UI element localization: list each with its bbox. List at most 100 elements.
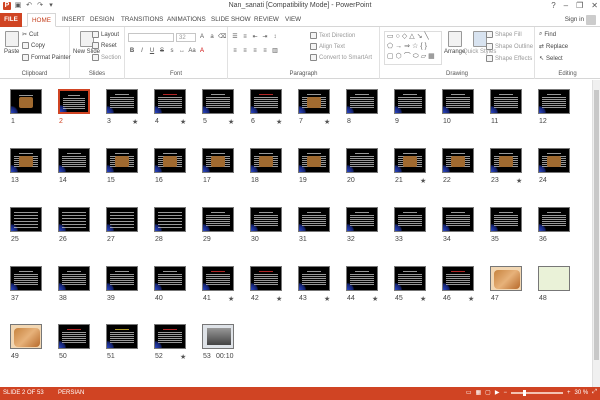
animation-star-icon[interactable]: ★	[276, 118, 282, 126]
bullets-icon[interactable]: ☰	[231, 33, 239, 41]
animation-star-icon[interactable]: ★	[324, 295, 330, 303]
slide-thumbnail[interactable]	[58, 148, 90, 173]
slide-thumbnail[interactable]	[250, 266, 282, 291]
slide-thumbnail[interactable]	[10, 89, 42, 114]
zoom-slider[interactable]	[510, 389, 563, 396]
align-center-icon[interactable]: ≡	[241, 47, 249, 55]
slide-thumbnail[interactable]	[154, 148, 186, 173]
zoom-out-icon[interactable]: −	[503, 390, 507, 396]
animation-star-icon[interactable]: ★	[324, 118, 330, 126]
animation-star-icon[interactable]: ★	[228, 295, 234, 303]
animation-star-icon[interactable]: ★	[180, 118, 186, 126]
tab-view[interactable]: VIEW	[281, 13, 305, 27]
tab-slide-show[interactable]: SLIDE SHOW	[207, 13, 255, 27]
text-direction-button[interactable]: Text Direction	[310, 32, 355, 39]
restore-icon[interactable]: ❐	[576, 1, 583, 10]
line-spacing-icon[interactable]: ↕	[271, 33, 279, 41]
slide-thumbnail[interactable]	[442, 89, 474, 114]
grow-font-icon[interactable]: A	[198, 33, 206, 41]
animation-star-icon[interactable]: ★	[420, 177, 426, 185]
section-button[interactable]: Section	[92, 54, 121, 61]
bold-icon[interactable]: B	[128, 47, 136, 55]
decrease-indent-icon[interactable]: ⇤	[251, 33, 259, 41]
align-left-icon[interactable]: ≡	[231, 47, 239, 55]
close-icon[interactable]: ✕	[591, 1, 598, 10]
slideshow-view-icon[interactable]: ▶	[495, 389, 500, 396]
tab-transitions[interactable]: TRANSITIONS	[117, 13, 167, 27]
paste-button[interactable]: Paste	[4, 31, 19, 55]
slide-thumbnail[interactable]	[538, 207, 570, 232]
slide-thumbnail[interactable]	[202, 148, 234, 173]
animation-star-icon[interactable]: ★	[180, 353, 186, 361]
slide-thumbnail[interactable]	[298, 266, 330, 291]
slide-thumbnail[interactable]	[250, 207, 282, 232]
slide-thumbnail[interactable]	[58, 207, 90, 232]
slide-thumbnail[interactable]	[154, 324, 186, 349]
slide-thumbnail[interactable]	[394, 266, 426, 291]
reset-button[interactable]: Reset	[92, 42, 117, 49]
underline-icon[interactable]: U	[148, 47, 156, 55]
animation-star-icon[interactable]: ★	[228, 118, 234, 126]
slide-thumbnail[interactable]	[394, 89, 426, 114]
slide-sorter-view-icon[interactable]: ▦	[476, 389, 482, 396]
justify-icon[interactable]: ≡	[261, 47, 269, 55]
font-size-field[interactable]: 32	[176, 33, 196, 42]
slide-thumbnail[interactable]	[346, 89, 378, 114]
slide-thumbnail[interactable]	[394, 148, 426, 173]
font-name-field[interactable]	[128, 33, 174, 42]
slide-thumbnail[interactable]	[58, 324, 90, 349]
cut-button[interactable]: ✂ Cut	[22, 31, 38, 39]
slide-thumbnail[interactable]	[490, 266, 522, 291]
slide-thumbnail[interactable]	[10, 148, 42, 173]
replace-button[interactable]: ⇄ Replace	[539, 43, 568, 51]
slide-thumbnail[interactable]	[202, 324, 234, 349]
vertical-scrollbar[interactable]	[592, 80, 600, 387]
slide-thumbnail[interactable]	[490, 207, 522, 232]
shape-outline-button[interactable]: Shape Outline	[486, 43, 533, 50]
slide-thumbnail[interactable]	[250, 89, 282, 114]
help-icon[interactable]: ?	[551, 1, 555, 10]
slide-thumbnail[interactable]	[10, 207, 42, 232]
slide-thumbnail[interactable]	[202, 207, 234, 232]
tab-review[interactable]: REVIEW	[250, 13, 283, 27]
slide-thumbnail[interactable]	[442, 266, 474, 291]
align-right-icon[interactable]: ≡	[251, 47, 259, 55]
shapes-gallery[interactable]: ▭○◇△↘╲ ⬠→⇒☆{} ▢⬡⌒⬭▱▦	[384, 31, 442, 65]
slide-thumbnail[interactable]	[154, 89, 186, 114]
slide-thumbnail[interactable]	[538, 266, 570, 291]
case-icon[interactable]: Aa	[188, 47, 196, 55]
slide-thumbnail[interactable]	[202, 266, 234, 291]
select-button[interactable]: ↖ Select	[539, 55, 563, 63]
slide-thumbnail[interactable]	[202, 89, 234, 114]
tab-animations[interactable]: ANIMATIONS	[163, 13, 210, 27]
font-color-icon[interactable]: A	[198, 47, 206, 55]
slide-thumbnail[interactable]	[490, 89, 522, 114]
slide-thumbnail[interactable]	[58, 89, 90, 114]
slide-thumbnail[interactable]	[10, 324, 42, 349]
spacing-icon[interactable]: ↔	[178, 47, 186, 55]
slide-thumbnail[interactable]	[106, 148, 138, 173]
shrink-font-icon[interactable]: a	[208, 33, 216, 41]
slide-thumbnail[interactable]	[442, 148, 474, 173]
slide-thumbnail[interactable]	[106, 266, 138, 291]
slide-thumbnail[interactable]	[346, 266, 378, 291]
clear-format-icon[interactable]: ⌫	[218, 33, 226, 41]
fit-window-icon[interactable]: ⤢	[592, 389, 597, 396]
slide-thumbnail[interactable]	[10, 266, 42, 291]
animation-star-icon[interactable]: ★	[276, 295, 282, 303]
language-indicator[interactable]: PERSIAN	[58, 390, 84, 396]
numbering-icon[interactable]: ≡	[241, 33, 249, 41]
tab-home[interactable]: HOME	[27, 13, 56, 27]
align-text-button[interactable]: Align Text	[310, 43, 345, 50]
slide-thumbnail[interactable]	[298, 148, 330, 173]
convert-smartart-button[interactable]: Convert to SmartArt	[310, 54, 372, 61]
slide-thumbnail[interactable]	[298, 89, 330, 114]
columns-icon[interactable]: ▥	[271, 47, 279, 55]
slide-thumbnail[interactable]	[250, 148, 282, 173]
slide-thumbnail[interactable]	[154, 207, 186, 232]
slide-thumbnail[interactable]	[106, 324, 138, 349]
sign-in-link[interactable]: Sign in	[565, 16, 584, 23]
layout-button[interactable]: Layout	[92, 31, 119, 38]
tab-file[interactable]: FILE	[0, 13, 22, 27]
slide-thumbnail[interactable]	[346, 207, 378, 232]
